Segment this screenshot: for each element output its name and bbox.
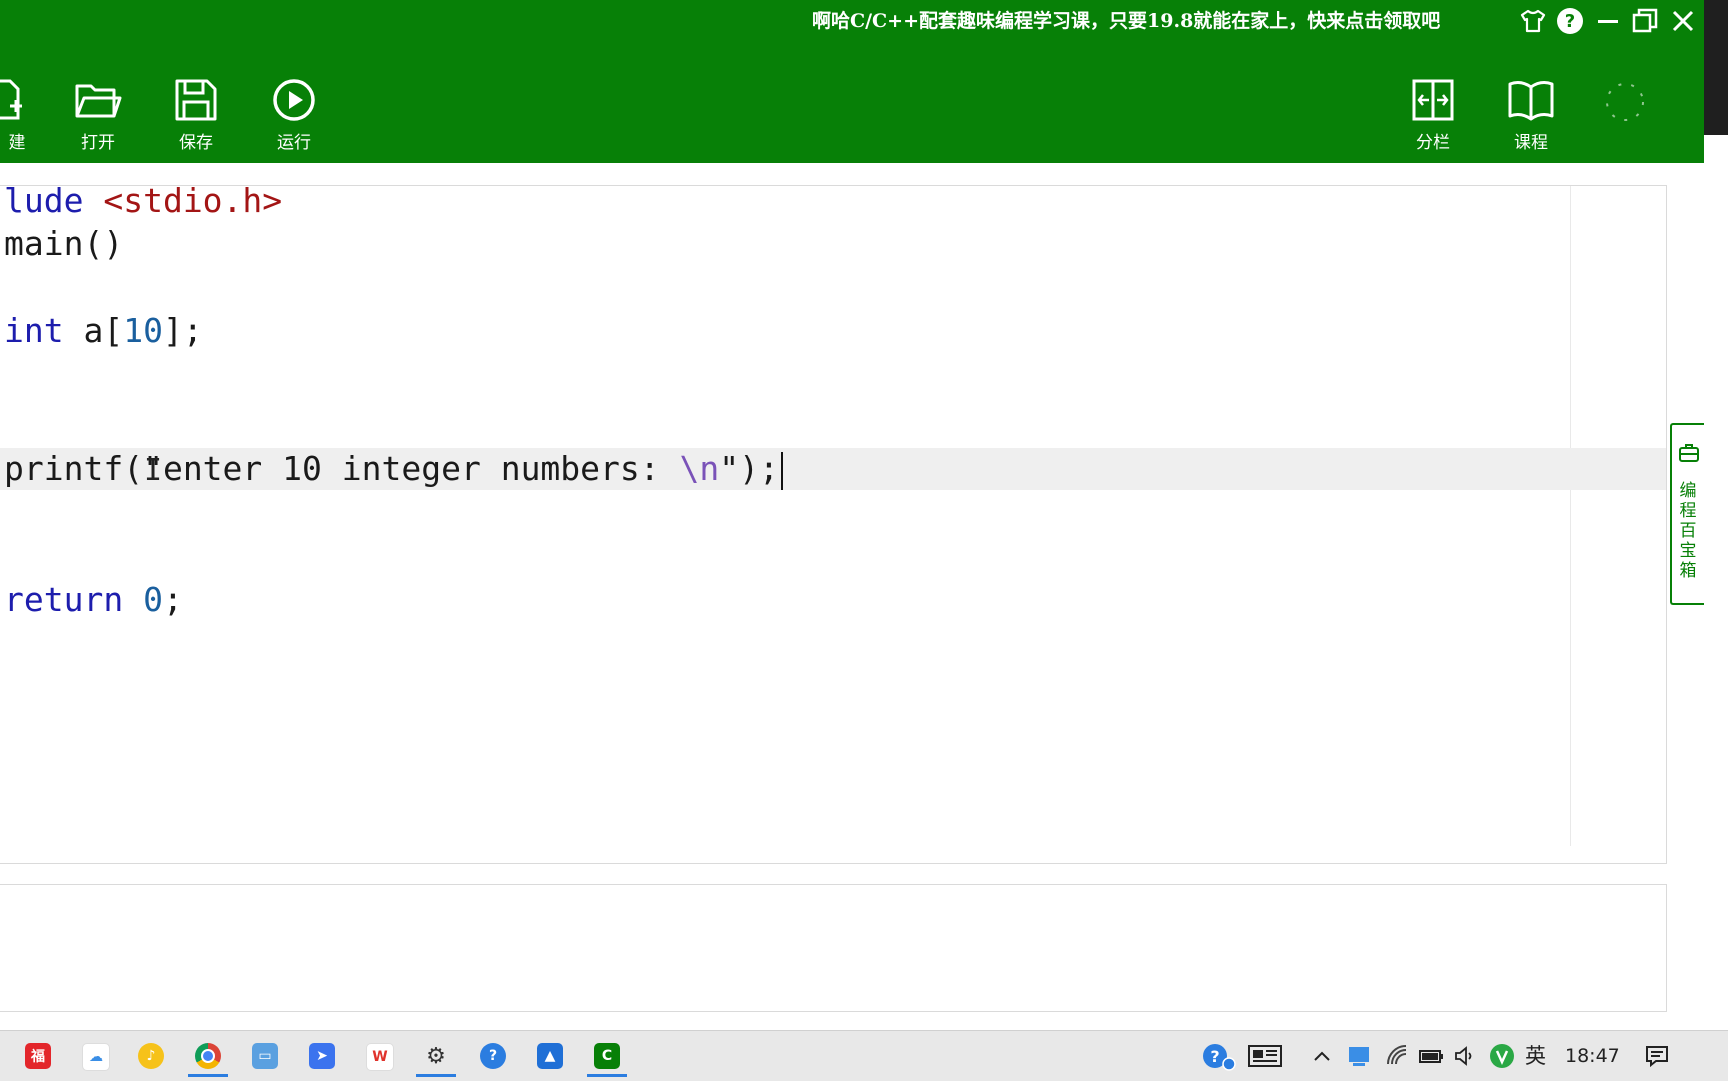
- toolbox-label: 编程百宝箱: [1679, 481, 1697, 581]
- code-line-include[interactable]: lude <stdio.h>: [4, 179, 282, 223]
- ibeam-cursor-icon: I: [144, 453, 163, 488]
- code-line-declare[interactable]: int a[10];: [4, 309, 203, 353]
- aha-c-active-indicator: [587, 1074, 627, 1077]
- folder-icon: [75, 84, 122, 118]
- split-view-label: 分栏: [1416, 133, 1450, 153]
- help-tray-icon[interactable]: ?: [1202, 1043, 1236, 1071]
- code-editor[interactable]: lude <stdio.h> main() int a[10]; printf(…: [0, 181, 1667, 864]
- battery-icon[interactable]: [1418, 1043, 1444, 1069]
- volume-icon[interactable]: [1453, 1043, 1477, 1069]
- new-file-label: 建: [8, 133, 26, 153]
- chrome-icon[interactable]: [195, 1043, 221, 1069]
- window-edge: [1704, 0, 1728, 1030]
- save-icon: [175, 79, 217, 121]
- chevron-up-icon[interactable]: [1312, 1043, 1332, 1069]
- output-panel[interactable]: [0, 884, 1667, 1012]
- qq-music-icon[interactable]: ♪: [138, 1043, 164, 1069]
- toolbox-side-tab[interactable]: 编程百宝箱: [1670, 423, 1704, 605]
- aha-c-icon[interactable]: C: [594, 1043, 620, 1069]
- text-caret: [780, 451, 783, 490]
- photos-icon[interactable]: ▲: [537, 1043, 563, 1069]
- display-tray-icon[interactable]: [1347, 1043, 1371, 1069]
- run-icon: [273, 79, 315, 121]
- code-line-main[interactable]: main(): [4, 222, 123, 266]
- code-line-return[interactable]: return 0;: [4, 578, 183, 622]
- save-button[interactable]: 保存: [156, 78, 236, 158]
- toolbox-icon: [1679, 444, 1699, 462]
- course-button[interactable]: 课程: [1491, 78, 1571, 158]
- clock[interactable]: 18:47: [1565, 1043, 1620, 1069]
- close-icon[interactable]: [1668, 6, 1698, 36]
- open-label: 打开: [81, 133, 115, 153]
- restore-icon[interactable]: [1630, 6, 1660, 36]
- help-icon[interactable]: ?: [1555, 6, 1585, 36]
- run-label: 运行: [277, 133, 311, 153]
- new-file-icon: [0, 79, 22, 120]
- settings-active-indicator: [416, 1074, 456, 1077]
- loading-spinner-icon: [1603, 80, 1647, 124]
- explorer-icon[interactable]: ▭: [252, 1043, 278, 1069]
- code-line-printf[interactable]: printf("enter 10 integer numbers: \n");: [4, 447, 783, 491]
- save-label: 保存: [179, 133, 213, 153]
- ime-indicator[interactable]: 英: [1525, 1043, 1546, 1069]
- feishu-icon[interactable]: ➤: [309, 1043, 335, 1069]
- pdf-reader-icon[interactable]: 福: [25, 1043, 51, 1069]
- wps-icon[interactable]: W: [366, 1043, 394, 1071]
- open-button[interactable]: 打开: [58, 78, 138, 158]
- course-label: 课程: [1514, 133, 1548, 153]
- news-tray-icon[interactable]: [1247, 1043, 1283, 1069]
- settings-icon[interactable]: ⚙: [423, 1043, 449, 1069]
- new-file-button[interactable]: 建: [0, 78, 44, 158]
- help-app-icon[interactable]: ?: [480, 1043, 506, 1069]
- svg-text:?: ?: [1565, 11, 1575, 32]
- cloud-drive-icon[interactable]: ☁: [82, 1043, 110, 1071]
- book-icon: [1508, 81, 1554, 121]
- edge-guide-line: [1570, 186, 1571, 846]
- split-view-button[interactable]: 分栏: [1393, 78, 1473, 158]
- wifi-icon[interactable]: [1385, 1043, 1409, 1069]
- shirt-icon[interactable]: [1518, 6, 1548, 36]
- notification-icon[interactable]: [1644, 1043, 1670, 1069]
- promo-banner[interactable]: 啊哈C/C++配套趣味编程学习课，只要19.8就能在家上，快来点击领取吧: [812, 8, 1440, 34]
- split-view-icon: [1412, 79, 1454, 121]
- run-button[interactable]: 运行: [254, 78, 334, 158]
- minimize-icon[interactable]: [1593, 6, 1623, 36]
- chrome-active-indicator: [188, 1074, 228, 1077]
- shield-tray-icon[interactable]: [1489, 1043, 1515, 1069]
- svg-text:?: ?: [1210, 1047, 1219, 1066]
